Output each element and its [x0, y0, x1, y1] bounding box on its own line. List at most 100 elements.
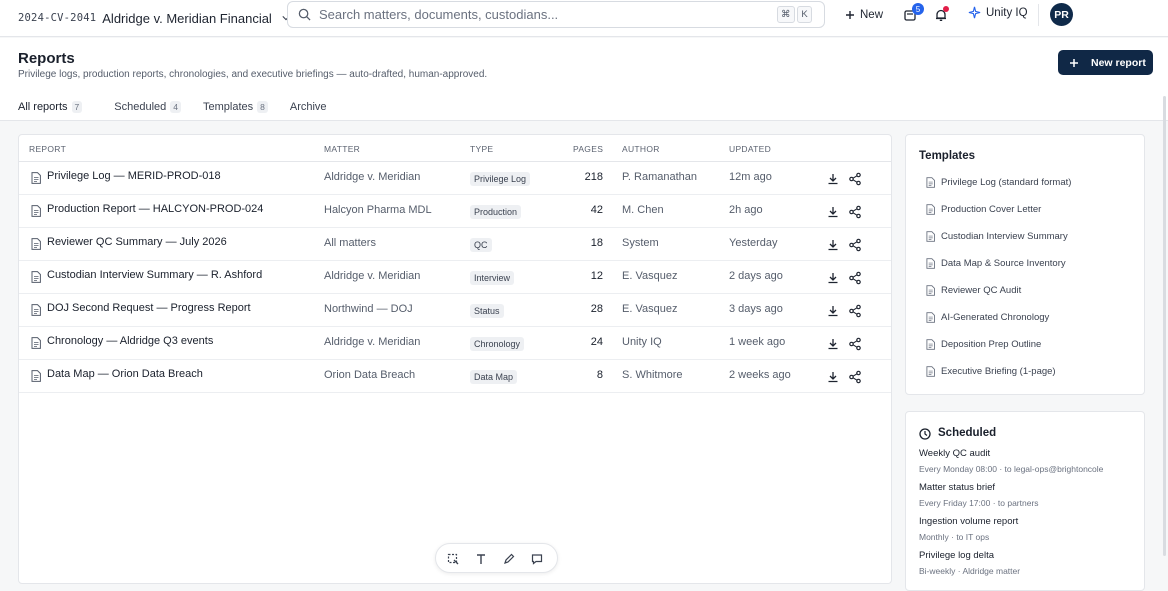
pen-tool-button[interactable]: [501, 551, 517, 567]
document-icon: [31, 205, 41, 217]
scheduled-item-detail: Bi-weekly · Aldridge matter: [919, 566, 1021, 576]
table-header: REPORT MATTER TYPE PAGES AUTHOR UPDATED: [19, 135, 891, 162]
template-label: Executive Briefing (1-page): [941, 365, 1056, 377]
document-icon: [926, 176, 935, 188]
unity-iq-button[interactable]: Unity IQ: [968, 6, 1028, 19]
template-item[interactable]: Production Cover Letter: [926, 201, 1041, 217]
inbox-button[interactable]: 5: [900, 3, 924, 25]
table-row[interactable]: Data Map — Orion Data Breach Orion Data B…: [19, 360, 891, 393]
scheduled-item-name[interactable]: Ingestion volume report: [919, 516, 1018, 527]
share-icon[interactable]: [848, 205, 862, 219]
share-icon[interactable]: [848, 304, 862, 318]
page-scrollbar[interactable]: [1163, 96, 1166, 556]
report-pages: 8: [596, 369, 603, 381]
table-row[interactable]: Custodian Interview Summary — R. Ashford…: [19, 261, 891, 294]
report-matter: Northwind — DOJ: [324, 303, 413, 315]
template-label: Data Map & Source Inventory: [941, 257, 1066, 269]
top-new-button[interactable]: New: [845, 6, 883, 24]
download-icon[interactable]: [826, 205, 840, 219]
report-matter: All matters: [324, 237, 376, 249]
document-icon: [31, 337, 41, 349]
report-pages: 18: [590, 237, 603, 249]
tab-archive[interactable]: Archive: [290, 96, 327, 118]
report-tabs: All reports 7 Scheduled 4 Templates 8 Ar…: [18, 96, 349, 120]
tab-label: All reports: [18, 101, 68, 113]
report-pages: 12: [590, 270, 603, 282]
template-item[interactable]: Executive Briefing (1-page): [926, 363, 1056, 379]
tab-scheduled[interactable]: Scheduled 4: [114, 96, 181, 118]
template-item[interactable]: Custodian Interview Summary: [926, 228, 1068, 244]
template-item[interactable]: Data Map & Source Inventory: [926, 255, 1066, 271]
column-header-updated[interactable]: UPDATED: [729, 144, 771, 154]
report-author: System: [622, 237, 659, 249]
report-pages: 218: [584, 171, 603, 183]
matter-switcher[interactable]: 2024-CV-2041 Aldridge v. Meridian Financ…: [18, 7, 290, 29]
report-updated: 2 days ago: [729, 270, 783, 282]
search-box[interactable]: ⌘ K: [287, 1, 825, 28]
share-icon[interactable]: [848, 271, 862, 285]
scheduled-item-name[interactable]: Privilege log delta: [919, 550, 994, 561]
template-item[interactable]: Privilege Log (standard format): [926, 174, 1071, 190]
user-avatar[interactable]: PR: [1050, 3, 1073, 26]
share-icon[interactable]: [848, 370, 862, 384]
table-row[interactable]: Chronology — Aldridge Q3 events Aldridge …: [19, 327, 891, 360]
document-icon: [31, 304, 41, 316]
template-item[interactable]: AI-Generated Chronology: [926, 309, 1049, 325]
document-icon: [926, 284, 935, 296]
column-header-type[interactable]: TYPE: [470, 144, 493, 154]
download-icon[interactable]: [826, 337, 840, 351]
column-header-author[interactable]: AUTHOR: [622, 144, 660, 154]
table-row[interactable]: Reviewer QC Summary — July 2026 All matte…: [19, 228, 891, 261]
report-title[interactable]: Data Map — Orion Data Breach: [47, 368, 203, 380]
page-header: Reports Privilege logs, production repor…: [0, 38, 1168, 121]
download-icon[interactable]: [826, 271, 840, 285]
alerts-button[interactable]: [931, 5, 951, 25]
document-icon: [926, 338, 935, 350]
tab-all-reports[interactable]: All reports 7: [8, 96, 92, 118]
table-row[interactable]: DOJ Second Request — Progress Report Nort…: [19, 294, 891, 327]
lasso-icon: [447, 553, 459, 565]
download-icon[interactable]: [826, 304, 840, 318]
document-icon: [926, 257, 935, 269]
table-row[interactable]: Privilege Log — MERID-PROD-018 Aldridge v…: [19, 162, 891, 195]
report-title[interactable]: Chronology — Aldridge Q3 events: [47, 335, 213, 347]
share-icon[interactable]: [848, 172, 862, 186]
report-title[interactable]: Production Report — HALCYON-PROD-024: [47, 203, 263, 215]
column-header-report[interactable]: REPORT: [29, 144, 66, 154]
report-title[interactable]: Custodian Interview Summary — R. Ashford: [47, 269, 262, 281]
report-title[interactable]: DOJ Second Request — Progress Report: [47, 302, 251, 314]
template-item[interactable]: Deposition Prep Outline: [926, 336, 1041, 352]
report-updated: 2h ago: [729, 204, 763, 216]
report-type-badge: QC: [470, 238, 492, 252]
text-tool-button[interactable]: [473, 551, 489, 567]
scheduled-panel: Scheduled Weekly QC audit Every Monday 08…: [905, 411, 1145, 591]
scheduled-item-name[interactable]: Matter status brief: [919, 482, 995, 493]
report-author: M. Chen: [622, 204, 664, 216]
document-icon: [926, 365, 935, 377]
download-icon[interactable]: [826, 370, 840, 384]
column-header-matter[interactable]: MATTER: [324, 144, 360, 154]
scheduled-item-detail: Every Monday 08:00 · to legal-ops@bright…: [919, 464, 1104, 474]
report-title[interactable]: Reviewer QC Summary — July 2026: [47, 236, 227, 248]
report-type-badge: Chronology: [470, 337, 525, 351]
search-input[interactable]: [319, 7, 759, 22]
column-header-pages[interactable]: PAGES: [573, 144, 603, 154]
report-updated: Yesterday: [729, 237, 778, 249]
template-label: AI-Generated Chronology: [941, 311, 1050, 323]
scheduled-item-name[interactable]: Weekly QC audit: [919, 448, 990, 459]
share-icon[interactable]: [848, 238, 862, 252]
template-item[interactable]: Reviewer QC Audit: [926, 282, 1021, 298]
comment-tool-button[interactable]: [529, 551, 545, 567]
report-title[interactable]: Privilege Log — MERID-PROD-018: [47, 170, 221, 182]
tab-count: 8: [257, 101, 268, 113]
annotation-toolbar: [435, 543, 558, 573]
search-icon: [298, 8, 311, 21]
share-icon[interactable]: [848, 337, 862, 351]
table-row[interactable]: Production Report — HALCYON-PROD-024 Halc…: [19, 195, 891, 228]
new-report-label: New report: [1091, 56, 1146, 69]
download-icon[interactable]: [826, 238, 840, 252]
download-icon[interactable]: [826, 172, 840, 186]
tab-templates[interactable]: Templates 8: [203, 96, 268, 118]
new-report-button[interactable]: New report: [1058, 50, 1153, 75]
select-tool-button[interactable]: [445, 551, 461, 567]
